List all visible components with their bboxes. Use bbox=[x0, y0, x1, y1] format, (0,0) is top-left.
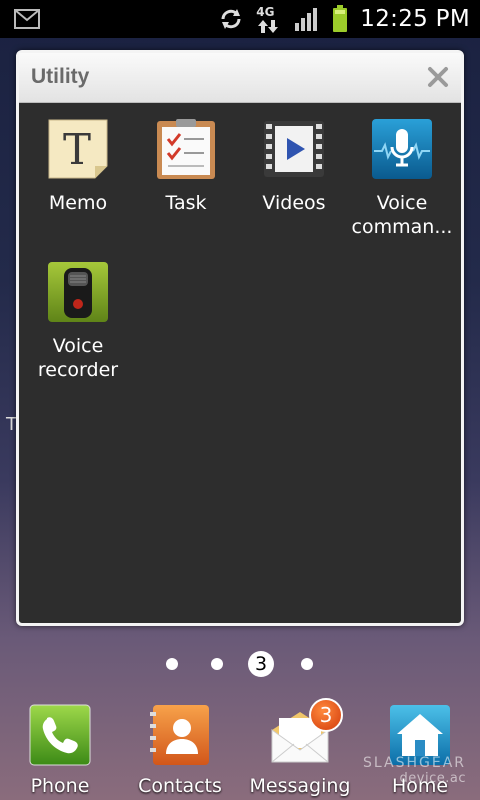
close-icon bbox=[428, 67, 448, 87]
page-dot[interactable] bbox=[301, 658, 313, 670]
app-videos[interactable]: Videos bbox=[239, 103, 349, 243]
dock-phone[interactable]: Phone bbox=[0, 700, 120, 800]
utility-folder: Utility T Memo Task Videos Voice comman.… bbox=[16, 50, 464, 626]
app-memo[interactable]: T Memo bbox=[23, 103, 133, 243]
4g-data-icon: 4G bbox=[256, 4, 282, 34]
app-label: Videos bbox=[262, 192, 326, 214]
task-icon bbox=[157, 119, 215, 179]
watermark-brand: SLASHGEAR bbox=[363, 755, 466, 771]
page-dot-current[interactable]: 3 bbox=[248, 651, 274, 677]
videos-icon bbox=[264, 121, 324, 177]
dock-label: Messaging bbox=[249, 775, 351, 797]
folder-title[interactable]: Utility bbox=[31, 65, 89, 89]
phone-icon bbox=[29, 704, 91, 766]
watermark: SLASHGEAR device.ac bbox=[363, 755, 466, 787]
folder-header: Utility bbox=[19, 53, 461, 103]
dock-contacts[interactable]: Contacts bbox=[120, 700, 240, 800]
app-label: Voice recorder bbox=[37, 335, 119, 381]
voice-command-icon bbox=[372, 119, 432, 179]
app-task[interactable]: Task bbox=[131, 103, 241, 243]
gmail-icon bbox=[14, 9, 40, 29]
svg-text:T: T bbox=[63, 125, 91, 174]
battery-icon bbox=[333, 5, 348, 32]
app-label: Memo bbox=[48, 192, 108, 214]
app-label: Voice comman... bbox=[351, 192, 453, 238]
app-voice-command[interactable]: Voice comman... bbox=[347, 103, 457, 243]
page-dot[interactable] bbox=[166, 658, 178, 670]
memo-icon: T bbox=[48, 119, 108, 179]
status-bar: 4G 12:25 PM bbox=[0, 0, 480, 38]
sync-icon bbox=[221, 9, 241, 29]
contacts-icon bbox=[150, 705, 209, 765]
dock-label: Phone bbox=[30, 775, 90, 797]
watermark-domain: device.ac bbox=[399, 771, 466, 786]
page-dot[interactable] bbox=[211, 658, 223, 670]
close-button[interactable] bbox=[423, 62, 453, 92]
clock: 12:25 PM bbox=[360, 6, 470, 32]
signal-icon bbox=[295, 8, 318, 31]
app-label: Task bbox=[165, 192, 207, 214]
page-indicator: 3 bbox=[0, 650, 480, 678]
dock-label: Contacts bbox=[138, 775, 222, 797]
app-voice-recorder[interactable]: Voice recorder bbox=[23, 246, 133, 386]
unread-badge: 3 bbox=[309, 698, 343, 732]
messaging-icon: 3 bbox=[269, 698, 343, 766]
dock-messaging[interactable]: 3 Messaging bbox=[240, 698, 360, 800]
voice-recorder-icon bbox=[48, 262, 108, 322]
